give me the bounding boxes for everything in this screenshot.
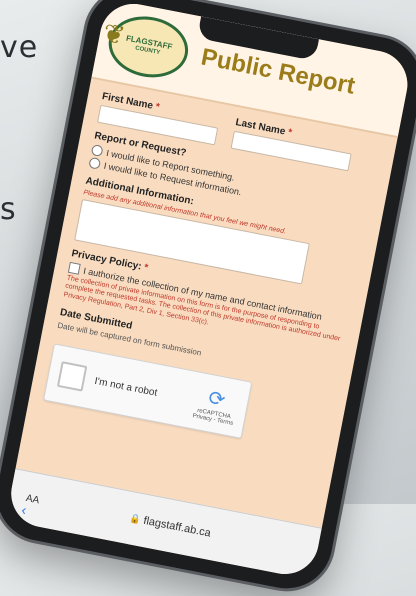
recaptcha-label: I'm not a robot (93, 375, 159, 399)
background-text-1: ve (0, 30, 39, 65)
radio-report[interactable] (90, 144, 104, 157)
required-mark: * (154, 101, 161, 114)
required-mark: * (143, 262, 150, 274)
recaptcha-checkbox[interactable] (56, 361, 88, 392)
radio-request[interactable] (88, 156, 102, 170)
browser-address-bar: AA 🔒flagstaff.ab.ca ‹ (5, 468, 322, 580)
phone-device: ❦ FLAGSTAFF COUNTY Public Report First N… (0, 0, 416, 596)
lock-icon: 🔒 (128, 513, 142, 526)
logo-text: FLAGSTAFF COUNTY (124, 34, 173, 59)
public-report-form: First Name * Last Name * Report or Reque… (27, 79, 397, 468)
county-logo[interactable]: ❦ FLAGSTAFF COUNTY (101, 9, 194, 84)
privacy-checkbox[interactable] (67, 261, 81, 275)
url-text: flagstaff.ab.ca (142, 514, 212, 540)
recaptcha-logo: ⟳ reCAPTCHA Privacy - Terms (192, 382, 240, 427)
background-text-2: s (0, 192, 17, 227)
required-mark: * (286, 127, 293, 139)
phone-screen: ❦ FLAGSTAFF COUNTY Public Report First N… (5, 0, 414, 580)
